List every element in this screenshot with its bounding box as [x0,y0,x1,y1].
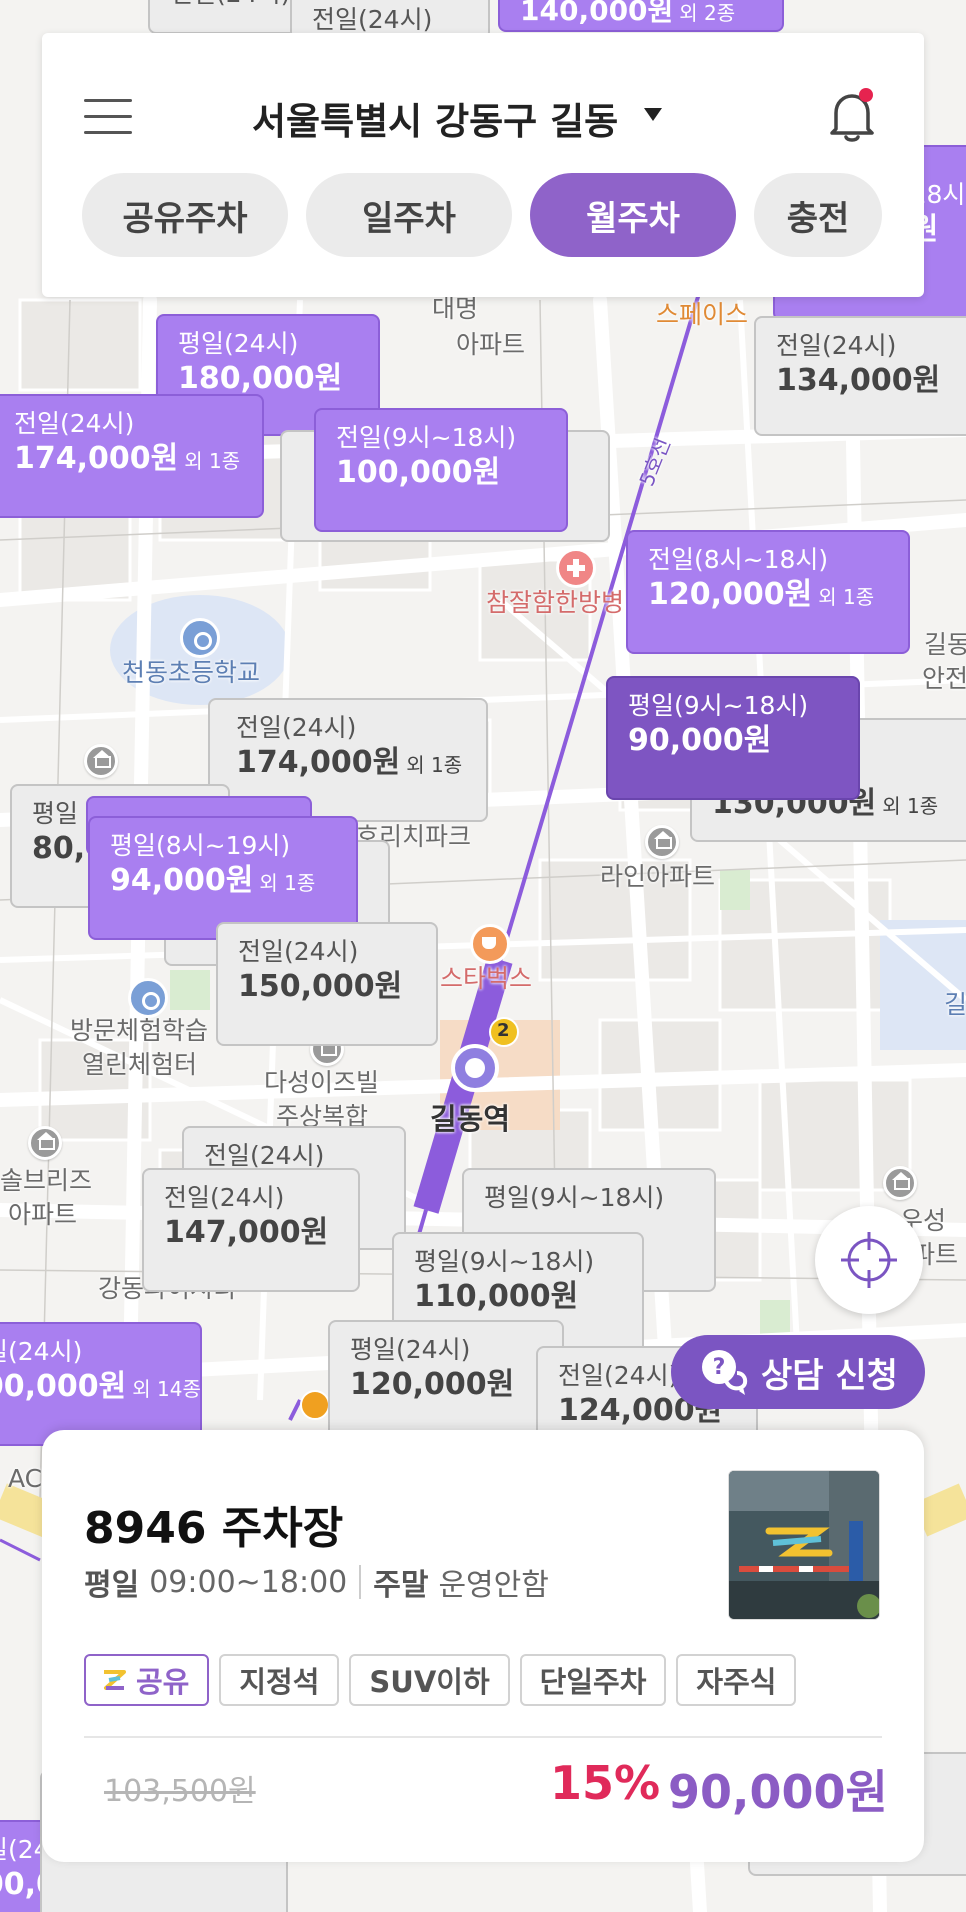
price-marker[interactable]: 전일(9시~18시) 100,000원 [314,408,568,532]
price-marker[interactable]: 전일(24시) 134,000원 [754,316,966,436]
chip-suv: SUV이하 [349,1654,510,1706]
coffee-icon [470,924,510,964]
location-text: 서울특별시 강동구 길동 [252,100,619,143]
poi-label: 길동 [924,630,966,659]
poi-label: 길 [944,990,966,1019]
chip-self-parking: 자주식 [676,1654,797,1706]
weekday-hours: 09:00~18:00 [149,1564,348,1600]
operating-hours: 평일 09:00~18:00 주말 운영안함 [84,1560,549,1604]
poi-label: 아파트 [456,330,526,359]
chip-shared: 공유 [84,1654,210,1706]
school-icon [180,618,220,658]
card-divider [84,1736,882,1738]
chip-reserved-spot: 지정석 [219,1654,340,1706]
tab-charging[interactable]: 충전 [754,173,882,257]
z-logo-icon [104,1670,126,1690]
caret-down-icon [644,107,663,121]
building-icon [28,1126,62,1160]
sale-price: 90,000원 [668,1765,888,1819]
place-icon [128,978,168,1018]
building-icon [883,1166,917,1200]
category-tabs: 공유주차 일주차 월주차 충전 [82,173,882,257]
poi-label: 열린체험터 [82,1050,198,1079]
tab-monthly-parking[interactable]: 월주차 [530,173,736,257]
price-marker[interactable]: 전일(24시) 147,000원 [142,1168,360,1292]
question-chat-icon: ? [699,1347,749,1397]
poi-label: 천동초등학교 [122,658,261,687]
parking-lot-card[interactable]: 8946 주차장 평일 09:00~18:00 주말 운영안함 공유 지정석 S… [42,1430,924,1862]
poi-label: 참잘함한방병 [486,588,625,617]
current-location-button[interactable] [815,1206,923,1314]
svg-text:?: ? [713,1355,726,1380]
poi-label: 대명 [432,294,479,323]
price-marker[interactable]: 전일(24시) 150,000원 [216,922,438,1046]
bell-icon[interactable] [826,85,878,145]
poi-label: AC [8,1464,43,1493]
weekend-hours: 운영안함 [438,1568,549,1603]
price-marker[interactable]: 전일(24시) [148,0,313,34]
consult-request-button[interactable]: ? 상담 신청 [671,1335,925,1409]
poi-label: 방문체험학습 [70,1016,209,1045]
location-selector[interactable]: 서울특별시 강동구 길동 [252,91,663,145]
chip-label: 공유 [136,1665,190,1699]
chip-single-parking: 단일주차 [519,1654,667,1706]
weekday-label: 평일 [84,1568,140,1603]
station-label: 길동역 [430,1102,511,1136]
price-marker[interactable]: 전일(8시~18시) 120,000원 외 1종 [626,530,910,654]
consult-label: 상담 신청 [761,1355,898,1396]
parking-lot-name: 8946 주차장 [84,1503,344,1554]
price-marker[interactable]: 평일(24시) 120,000원 [328,1320,564,1444]
tab-daily-parking[interactable]: 일주차 [306,173,512,257]
hospital-icon [556,548,596,588]
price-marker[interactable]: 전일(24시) 100,000원외 14종 [0,1322,202,1446]
poi-label: 솔브리즈 [0,1166,93,1195]
divider [359,1565,362,1599]
poi-label: 아파트 [8,1200,78,1229]
hamburger-icon[interactable] [84,99,132,135]
search-header: 서울특별시 강동구 길동 공유주차 일주차 월주차 충전 [42,33,924,297]
price-marker[interactable]: 전일(24시) 174,000원 외 1종 [0,394,264,518]
feature-chips: 공유 지정석 SUV이하 단일주차 자주식 [84,1654,797,1706]
tab-shared-parking[interactable]: 공유주차 [82,173,288,257]
poi-label: 다성이즈빌 [264,1068,380,1097]
crosshair-icon [841,1232,897,1288]
building-icon [645,825,679,859]
weekend-label: 주말 [373,1568,429,1603]
price-marker-selected[interactable]: 평일(9시~18시) 90,000원 [606,676,860,800]
price-marker[interactable]: 140,000원 외 2종 [498,0,784,32]
poi-label: 스타벅스 [440,964,533,993]
building-icon [84,744,118,778]
poi-label: 스페이스 [656,300,749,329]
discount-rate: 15% [550,1756,661,1810]
original-price: 103,500원 [104,1774,256,1809]
poi-label: 안전 [922,664,966,693]
line-badge: 2 [497,1020,510,1041]
poi-label: 라인아파트 [600,862,716,891]
parking-lot-photo[interactable] [728,1470,880,1620]
